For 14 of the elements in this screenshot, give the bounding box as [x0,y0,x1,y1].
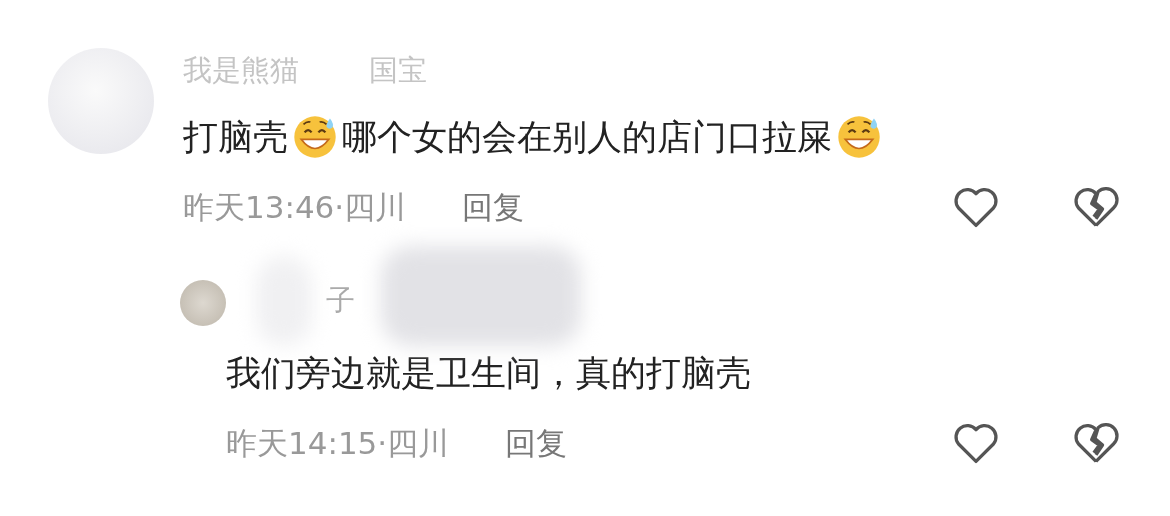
grinning-sweat-emoji-icon [292,114,338,160]
grinning-sweat-emoji-icon [836,114,882,160]
username[interactable]: 国宝 [369,51,427,91]
heart-icon[interactable] [952,186,1000,230]
comment-text: 哪个女的会在别人的店门口拉屎 [342,115,832,159]
comment-text: 我们旁边就是卫生间，真的打脑壳 [226,351,751,395]
reply-link[interactable]: 回复 [505,423,568,465]
username[interactable]: 子 [326,281,355,321]
heart-icon[interactable] [952,422,1000,466]
timestamp-location: 昨天14:15·四川 [226,424,450,463]
reply-link[interactable]: 回复 [462,187,525,229]
timestamp-location: 昨天13:46·四川 [183,188,407,227]
comment-text: 打脑壳 [183,115,288,159]
username[interactable]: 我是熊猫 [183,51,299,91]
